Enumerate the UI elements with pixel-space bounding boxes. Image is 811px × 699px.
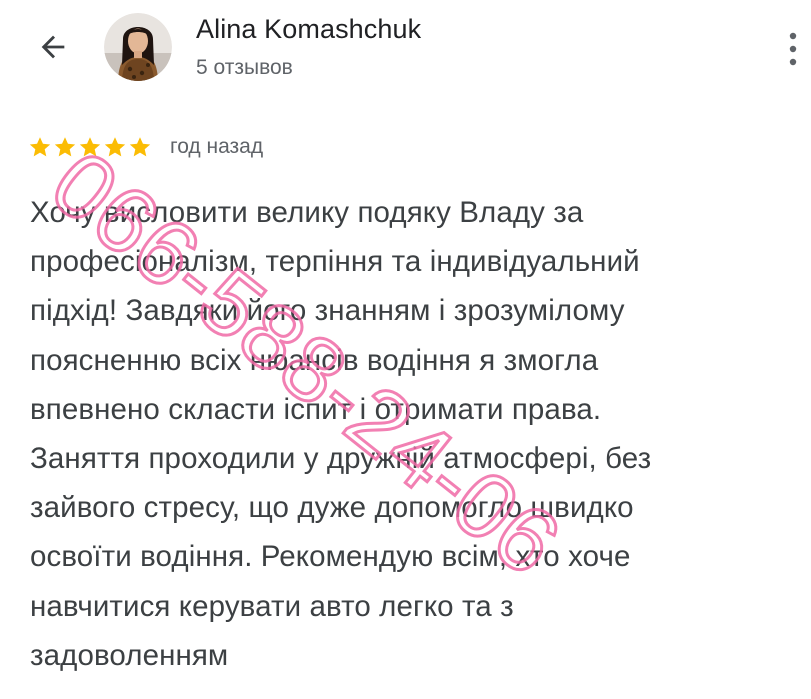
arrow-left-icon <box>36 30 70 69</box>
star-icon <box>53 135 77 159</box>
user-name[interactable]: Alina Komashchuk <box>196 14 421 45</box>
rating-row: год назад <box>28 130 263 164</box>
review-text: Хочу висловити велику подяку Владу за про… <box>30 188 770 680</box>
review-text-line: Хочу висловити велику подяку Владу за <box>30 196 584 229</box>
review-text-line: професіоналізм, терпіння та індивідуальн… <box>30 245 640 279</box>
more-vert-icon <box>788 29 798 74</box>
review-text-line: навчитися керувати авто легко та з <box>30 589 514 623</box>
review-count: 5 отзывов <box>196 56 293 79</box>
review-text-line: поясненню всіх нюансів водіння я змогла <box>30 343 599 377</box>
review-text-line: Заняття проходили у дружній атмосфері, б… <box>30 442 652 476</box>
avatar[interactable] <box>104 13 172 81</box>
star-icon <box>78 135 102 159</box>
star-rating <box>28 135 152 159</box>
top-bar: Alina Komashchuk 5 отзывов <box>0 0 811 100</box>
review-text-line: задоволенням <box>30 638 229 672</box>
star-icon <box>128 135 152 159</box>
more-options-button[interactable] <box>778 28 808 74</box>
star-icon <box>103 135 127 159</box>
review-screen: Alina Komashchuk 5 отзывов год назад Хоч… <box>0 0 811 699</box>
review-text-line: підхід! Завдяки його знанням і зрозуміло… <box>30 294 625 328</box>
review-date: год назад <box>170 135 264 158</box>
review-text-line: зайвого стресу, що дуже допомогло швидко <box>30 491 634 525</box>
review-text-line: впевнено скласти іспит і отримати права. <box>30 392 602 426</box>
back-button[interactable] <box>30 26 76 72</box>
review-text-line: освоїти водіння. Рекомендую всім, хто хо… <box>30 540 631 574</box>
star-icon <box>28 135 52 159</box>
